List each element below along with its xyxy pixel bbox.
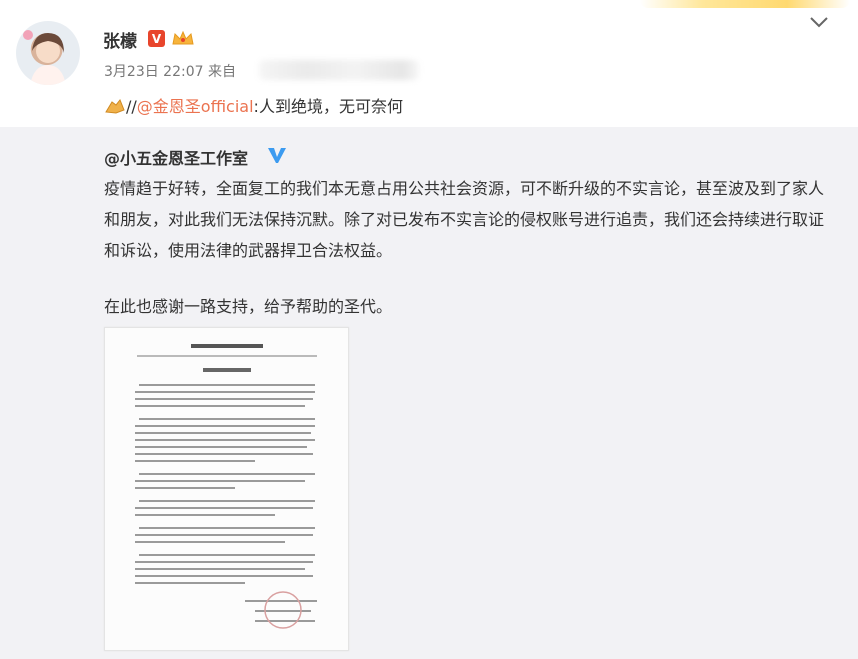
original-author-link[interactable]: @小五金恩圣工作室 (104, 145, 248, 169)
avatar-image (23, 30, 66, 85)
vip-badge: V (148, 30, 165, 47)
user-name[interactable]: 张檬 (103, 27, 137, 52)
clap-icon (105, 99, 125, 114)
verified-v-icon (268, 148, 286, 163)
attached-document-image[interactable] (104, 327, 349, 651)
timestamp[interactable]: 3月23日 22:07 (104, 64, 204, 80)
chevron-down-icon[interactable] (808, 14, 830, 30)
crown-icon (172, 30, 194, 45)
source-prefix: 来自 (207, 64, 236, 80)
top-highlight-bar (640, 0, 850, 8)
mention-link[interactable]: @金恩圣official (137, 97, 254, 116)
repost-body: :人到绝境，无可奈何 (253, 97, 403, 116)
document-thumbnail (105, 328, 348, 650)
repost-prefix: // (126, 97, 137, 116)
post-meta: 3月23日 22:07 来自 (104, 61, 236, 81)
blurred-source (259, 60, 419, 80)
avatar[interactable] (16, 21, 80, 85)
repost-text: //@金恩圣official:人到绝境，无可奈何 (104, 93, 403, 117)
retweet-body: 疫情趋于好转，全面复工的我们本无意占用公共社会资源，可不断升级的不实言论，甚至波… (104, 179, 825, 260)
retweet-thanks: 在此也感谢一路支持，给予帮助的圣代。 (104, 297, 393, 316)
